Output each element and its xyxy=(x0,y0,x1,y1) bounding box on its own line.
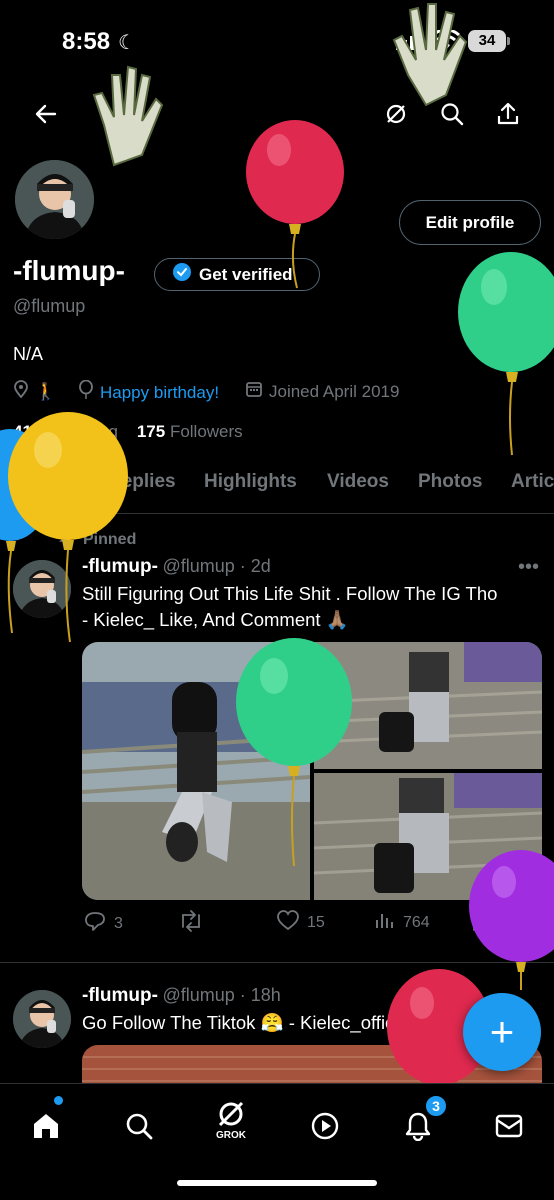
post-time: 2d xyxy=(250,556,271,576)
repost-icon xyxy=(178,910,204,937)
moon-icon: ☾ xyxy=(118,32,136,54)
mail-icon xyxy=(495,1114,523,1138)
home-indicator xyxy=(177,1180,377,1186)
wifi-icon xyxy=(431,28,461,57)
location-pin-icon xyxy=(13,380,29,403)
search-icon[interactable] xyxy=(434,96,470,132)
notifications-badge: 3 xyxy=(424,1094,448,1118)
balloon-icon xyxy=(78,379,94,405)
skeleton-hand-decoration xyxy=(92,65,164,167)
post-dot: · xyxy=(234,556,251,576)
nav-videos[interactable] xyxy=(301,1102,349,1150)
followers-label: Followers xyxy=(169,422,243,441)
following-link[interactable]: 414 Following xyxy=(13,422,118,441)
nav-search[interactable] xyxy=(115,1102,163,1150)
tab-posts[interactable]: Posts xyxy=(20,471,72,493)
calendar-icon xyxy=(245,380,263,403)
compose-post-button[interactable]: + xyxy=(463,993,541,1071)
post-media-grid[interactable] xyxy=(82,642,542,900)
pin-icon xyxy=(58,532,74,553)
post-avatar[interactable] xyxy=(13,990,71,1048)
heart-icon xyxy=(277,910,299,935)
following-count: 414 xyxy=(13,422,42,441)
post-header: -flumup- @flumup · 18h xyxy=(82,985,281,1007)
pinned-label: Pinned xyxy=(83,531,137,548)
profile-handle: @flumup xyxy=(13,296,86,316)
tab-photos[interactable]: Photos xyxy=(418,471,482,493)
search-icon xyxy=(126,1113,153,1140)
play-circle-icon xyxy=(311,1112,339,1140)
post-author-handle: @flumup xyxy=(162,985,235,1005)
post-author-handle: @flumup xyxy=(162,556,235,576)
grok-label: GROK xyxy=(216,1130,246,1141)
followers-link[interactable]: 175 Followers xyxy=(137,422,243,441)
green-balloon xyxy=(458,252,554,456)
birthday-link[interactable]: Happy birthday! xyxy=(100,383,219,403)
post-avatar[interactable] xyxy=(13,560,71,618)
views-button[interactable]: 764 xyxy=(375,910,430,935)
tab-videos[interactable]: Videos xyxy=(327,471,389,493)
battery-indicator: 34 xyxy=(468,30,506,52)
reply-button[interactable]: 3 xyxy=(84,910,123,937)
birthday-meta: Happy birthday! xyxy=(78,379,219,405)
nav-messages[interactable] xyxy=(485,1102,533,1150)
bookmark-icon xyxy=(472,910,490,937)
tab-replies[interactable]: Replies xyxy=(108,471,176,493)
post-text-line-1: Still Figuring Out This Life Shit . Foll… xyxy=(82,583,498,604)
views-count: 764 xyxy=(403,913,430,931)
following-label: Following xyxy=(46,422,118,441)
media-photo-1[interactable] xyxy=(82,642,310,900)
profile-avatar[interactable] xyxy=(12,157,97,242)
grok-icon xyxy=(218,1101,244,1127)
follow-stats: 414 Following 175 Followers xyxy=(13,422,243,442)
active-tab-indicator xyxy=(20,508,78,512)
nav-grok[interactable]: GROK xyxy=(207,1096,255,1144)
get-verified-label: Get verified xyxy=(199,264,293,284)
profile-bio: N/A xyxy=(13,344,44,364)
post-author-name[interactable]: -flumup- xyxy=(82,556,158,577)
home-notification-dot xyxy=(54,1096,63,1105)
media-photo-2[interactable] xyxy=(314,642,542,769)
reply-count: 3 xyxy=(114,914,123,932)
grok-icon[interactable] xyxy=(378,96,414,132)
reply-icon xyxy=(84,910,106,937)
share-icon[interactable] xyxy=(490,96,526,132)
nav-home[interactable] xyxy=(22,1102,70,1150)
post-share-icon xyxy=(517,909,537,937)
post-divider xyxy=(0,962,554,963)
edit-profile-button[interactable]: Edit profile xyxy=(399,200,541,245)
media-photo-3[interactable] xyxy=(314,773,542,900)
status-time: 8:58 xyxy=(62,28,111,55)
tab-highlights[interactable]: Highlights xyxy=(204,471,297,493)
post-author-name[interactable]: -flumup- xyxy=(82,985,158,1006)
followers-count: 175 xyxy=(136,422,166,441)
plus-icon: + xyxy=(489,1008,515,1055)
post-text: Go Follow The Tiktok 😤 - Kielec_official xyxy=(82,1012,413,1033)
profile-name: -flumup- xyxy=(13,255,125,286)
home-icon xyxy=(34,1114,58,1138)
post-header: -flumup- @flumup · 2d xyxy=(82,556,271,578)
post-dot: · xyxy=(234,985,251,1005)
views-chart-icon xyxy=(375,910,395,935)
like-button[interactable]: 15 xyxy=(277,910,325,935)
back-arrow-icon[interactable] xyxy=(28,96,64,132)
battery-tip xyxy=(507,37,510,45)
like-count: 15 xyxy=(307,913,325,931)
profile-tabs: Posts Replies Highlights Videos Photos A… xyxy=(0,462,554,514)
repost-button[interactable] xyxy=(178,910,204,937)
location-meta: 🚶 xyxy=(13,380,56,403)
verified-badge-icon xyxy=(173,263,191,286)
joined-meta: Joined April 2019 xyxy=(245,380,399,403)
tab-articles[interactable]: Artic xyxy=(511,471,554,493)
location-emoji: 🚶 xyxy=(35,381,57,401)
bookmark-button[interactable] xyxy=(472,910,490,937)
joined-date: Joined April 2019 xyxy=(269,381,400,401)
more-options-icon[interactable]: ••• xyxy=(518,556,539,579)
signal-icon xyxy=(396,32,424,55)
post-share-button[interactable] xyxy=(517,909,537,937)
post-time: 18h xyxy=(250,985,281,1005)
get-verified-button[interactable]: Get verified xyxy=(154,258,320,291)
post-text-line-2: - Kielec_ Like, And Comment 🙏🏽 xyxy=(82,609,349,630)
